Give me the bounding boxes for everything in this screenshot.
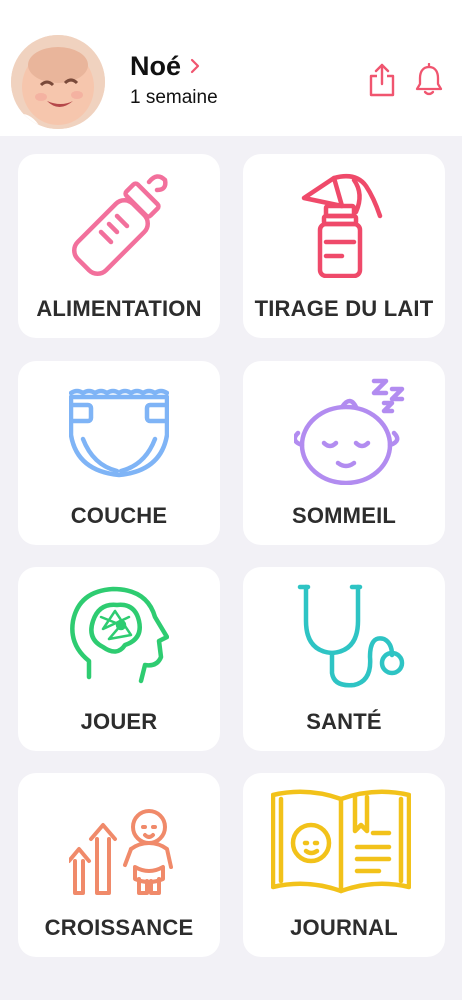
tile-label: JOURNAL <box>290 915 398 940</box>
tile-alimentation[interactable]: ALIMENTATION <box>18 154 220 338</box>
sleeping-baby-icon <box>294 378 405 485</box>
journal-book-icon <box>271 789 411 894</box>
tile-label: CROISSANCE <box>44 915 194 940</box>
tile-journal[interactable]: JOURNAL <box>243 773 445 957</box>
tile-label: SANTÉ <box>306 709 382 734</box>
share-button[interactable] <box>364 60 400 100</box>
tile-couche[interactable]: COUCHE <box>18 361 220 545</box>
chevron-right-icon <box>190 58 200 74</box>
breast-pump-icon <box>301 174 383 278</box>
tile-label: TIRAGE DU LAIT <box>254 296 434 321</box>
profile-age: 1 semaine <box>130 87 218 108</box>
tile-label: JOUER <box>80 709 158 734</box>
tile-sante[interactable]: SANTÉ <box>243 567 445 751</box>
profile-header: Noé 1 semaine <box>0 0 462 136</box>
baby-bottle-icon <box>72 174 168 276</box>
profile-selector[interactable]: Noé <box>130 48 201 84</box>
tile-label: SOMMEIL <box>291 503 397 528</box>
share-icon <box>369 63 395 97</box>
avatar[interactable] <box>11 35 105 129</box>
tile-jouer[interactable]: JOUER <box>18 567 220 751</box>
diaper-icon <box>69 388 169 478</box>
brain-head-icon <box>70 586 169 684</box>
tile-label: ALIMENTATION <box>36 296 202 321</box>
baby-photo <box>11 35 105 129</box>
tile-label: COUCHE <box>70 503 168 528</box>
stethoscope-icon <box>297 584 405 688</box>
tile-croissance[interactable]: CROISSANCE <box>18 773 220 957</box>
bell-icon <box>415 63 443 96</box>
tile-sommeil[interactable]: SOMMEIL <box>243 361 445 545</box>
growth-icon <box>69 809 173 895</box>
tile-tirage-du-lait[interactable]: TIRAGE DU LAIT <box>243 154 445 338</box>
notifications-button[interactable] <box>411 60 447 100</box>
profile-name: Noé <box>130 50 182 81</box>
